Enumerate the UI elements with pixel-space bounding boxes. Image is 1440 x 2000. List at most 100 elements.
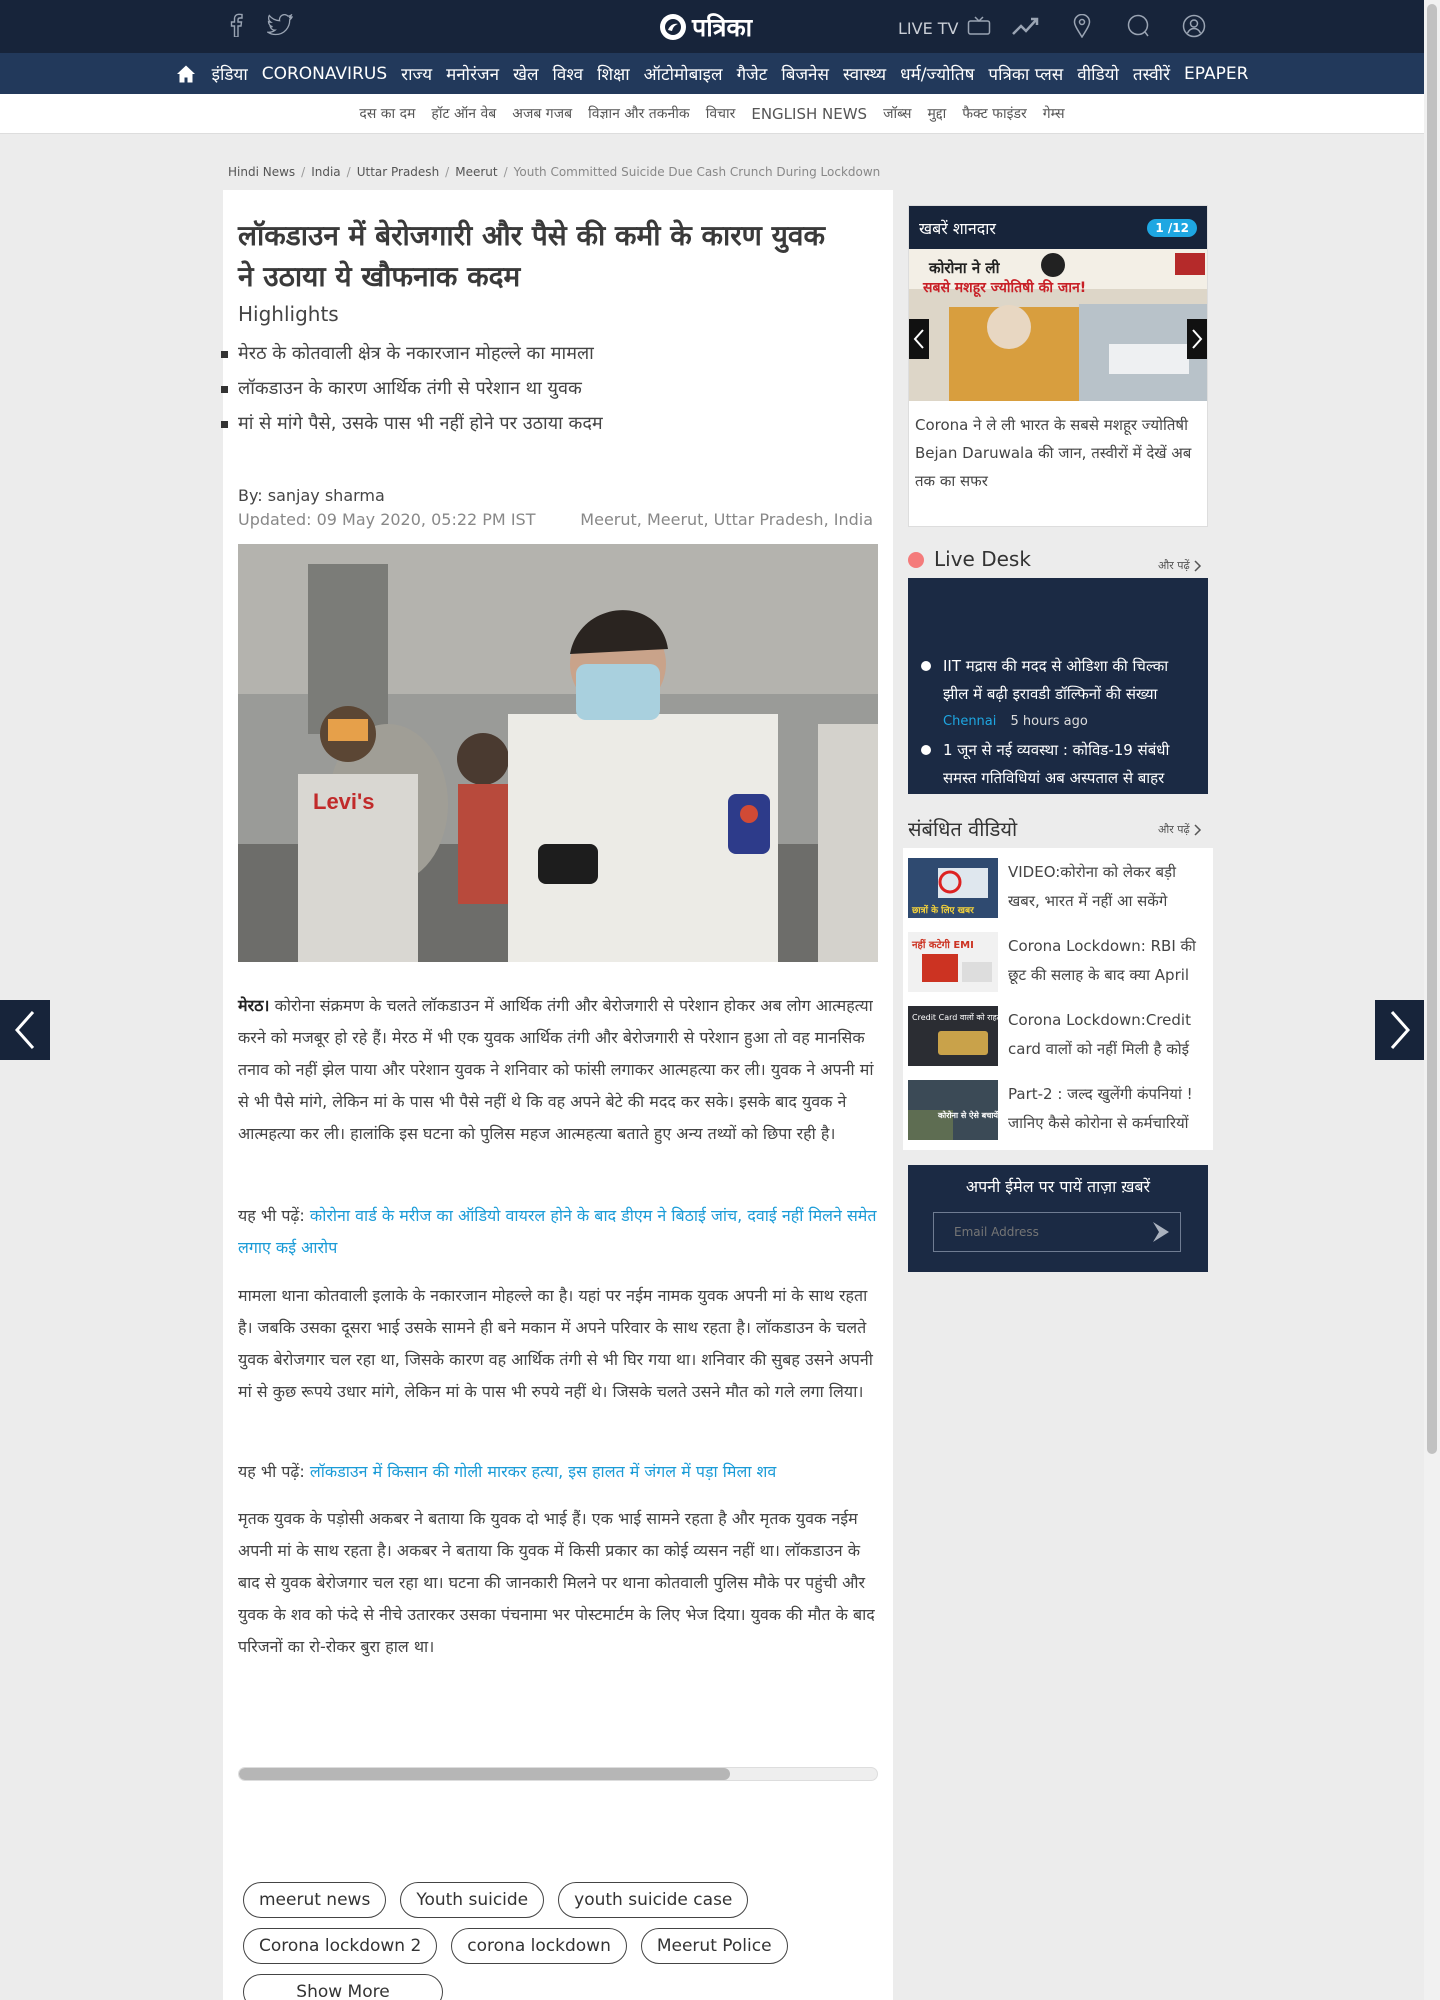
nav-item-patrika-plus[interactable]: पत्रिका प्लस [988,62,1063,85]
video-thumbnail[interactable]: कोरोना से ऐसे बचायेंगी कंपनियां [908,1080,998,1140]
location-pin-icon[interactable] [1068,12,1096,40]
nav-item-health[interactable]: स्वास्थ्य [843,62,886,85]
featured-slide-caption[interactable]: Corona ने ले ली भारत के सबसे मशहूर ज्योत… [909,401,1207,505]
tag-item[interactable]: corona lockdown [451,1928,627,1964]
nav-item-business[interactable]: बिजनेस [781,62,829,85]
subnav-item-hot-on-web[interactable]: हॉट ऑन वेब [431,104,496,123]
video-item[interactable]: कोरोना से ऐसे बचायेंगी कंपनियां Part-2 :… [908,1080,1208,1144]
subnav-item-issue[interactable]: मुद्दा [927,104,946,123]
nav-item-india[interactable]: इंडिया [212,62,248,85]
video-title[interactable]: VIDEO:कोरोना को लेकर बड़ी खबर, भारत में … [1008,858,1208,916]
live-desk-item-text: IIT मद्रास की मदद से ओडिशा की चिल्का झील… [943,657,1169,703]
nav-item-sports[interactable]: खेल [513,62,538,85]
article-paragraph: मृतक युवक के पड़ोसी अकबर ने बताया कि युव… [238,1509,875,1656]
email-field[interactable] [933,1212,1181,1252]
also-read-block: यह भी पढ़ें: लॉकडाउन में किसान की गोली म… [238,1456,878,1488]
previous-article-button[interactable] [0,1000,50,1060]
top-bar: पत्रिका LIVE TV [0,0,1424,53]
nav-item-coronavirus[interactable]: CORONAVIRUS [262,64,387,84]
video-title[interactable]: Corona Lockdown: RBI की छूट की सलाह के ब… [1008,932,1208,990]
more-link-label: और पढ़ें [1158,559,1190,572]
nav-item-automobile[interactable]: ऑटोमोबाइल [644,62,723,85]
tag-item[interactable]: youth suicide case [558,1882,749,1918]
video-thumbnail[interactable]: Credit Card वालों को राहत नहीं [908,1006,998,1066]
tag-item[interactable]: meerut news [243,1882,387,1918]
breadcrumb-item-hindi-news[interactable]: Hindi News [228,165,295,179]
tag-item[interactable]: Youth suicide [400,1882,545,1918]
video-item[interactable]: नहीं कटेगी EMI Corona Lockdown: RBI की छ… [908,932,1208,996]
nav-item-video[interactable]: वीडियो [1077,62,1119,85]
subnav-item-das-ka-dum[interactable]: दस का दम [359,104,415,123]
nav-item-religion-astrology[interactable]: धर्म/ज्योतिष [900,62,974,85]
home-icon[interactable] [176,63,198,85]
sub-nav: दस का दम हॉट ऑन वेब अजब गजब विज्ञान और त… [0,94,1424,134]
subnav-item-english-news[interactable]: ENGLISH NEWS [751,105,867,123]
nav-item-photos[interactable]: तस्वीरें [1133,62,1170,85]
chevron-left-icon [14,1011,35,1049]
breadcrumb-item-uttar-pradesh[interactable]: Uttar Pradesh [357,165,439,179]
related-videos-more-link[interactable]: और पढ़ें [1158,822,1202,837]
chevron-right-icon [1192,329,1203,349]
article-byline[interactable]: By: sanjay sharma [238,486,385,505]
slide-next-button[interactable] [1187,319,1207,359]
live-desk-item[interactable]: IIT मद्रास की मदद से ओडिशा की चिल्का झील… [921,652,1198,736]
video-title[interactable]: Corona Lockdown:Credit card वालों को नही… [1008,1006,1208,1064]
also-read-label: यह भी पढ़ें: [238,1462,305,1481]
featured-slider-title: खबरें शानदार [919,218,996,238]
video-thumbnail[interactable]: नहीं कटेगी EMI [908,932,998,992]
nav-item-world[interactable]: विश्व [553,62,584,85]
live-tv-label: LIVE TV [898,18,959,38]
video-item[interactable]: Credit Card वालों को राहत नहीं Corona Lo… [908,1006,1208,1070]
breadcrumb-item-india[interactable]: India [311,165,340,179]
also-read-link[interactable]: लॉकडाउन में किसान की गोली मारकर हत्या, इ… [310,1462,776,1481]
slide-prev-button[interactable] [909,319,929,359]
breadcrumb-separator: / [503,165,508,179]
article-paragraph: मामला थाना कोतवाली इलाके के नकारजान मोहल… [238,1286,873,1401]
nav-item-gadget[interactable]: गैजेट [737,62,768,85]
next-article-button[interactable] [1375,1000,1425,1060]
facebook-icon[interactable] [222,12,250,38]
email-submit-button[interactable] [1148,1219,1174,1245]
nav-item-entertainment[interactable]: मनोरंजन [446,62,499,85]
twitter-icon[interactable] [266,12,294,38]
related-videos-list: छात्रों के लिए खबर VIDEO:कोरोना को लेकर … [903,848,1213,1150]
breadcrumb-separator: / [346,165,351,179]
nav-item-epaper[interactable]: EPAPER [1184,64,1248,84]
subnav-item-fact-finder[interactable]: फैक्ट फाइंडर [962,104,1026,123]
subnav-item-science-tech[interactable]: विज्ञान और तकनीक [588,104,690,123]
live-desk-item[interactable]: 1 जून से नई व्यवस्था : कोविड-19 संबंधी स… [921,736,1198,792]
live-desk-item-city[interactable]: Chennai [943,714,996,729]
video-item[interactable]: छात्रों के लिए खबर VIDEO:कोरोना को लेकर … [908,858,1208,922]
svg-text:Levi's: Levi's [313,789,375,814]
subnav-item-ajab-gajab[interactable]: अजब गजब [512,104,572,123]
article-card: लॉकडाउन में बेरोजगारी और पैसे की कमी के … [221,190,893,2000]
nav-item-education[interactable]: शिक्षा [597,62,630,85]
related-videos-title: संबंधित वीडियो [908,817,1018,841]
subnav-item-games[interactable]: गेम्स [1043,104,1065,123]
featured-slide-image[interactable]: कोरोना ने ली सबसे मशहूर ज्योतिषी की जान! [909,249,1207,401]
trending-icon[interactable] [1012,12,1040,40]
subnav-item-opinion[interactable]: विचार [706,104,736,123]
arrow-right-icon [1153,1222,1169,1242]
page-scrollbar[interactable] [1424,0,1440,2000]
tag-item[interactable]: Corona lockdown 2 [243,1928,438,1964]
svg-text:छात्रों के लिए खबर: छात्रों के लिए खबर [911,904,974,916]
patrika-logo[interactable]: पत्रिका [660,10,752,44]
live-desk-more-link[interactable]: और पढ़ें [1158,558,1202,573]
also-read-link[interactable]: कोरोना वार्ड के मरीज का ऑडियो वायरल होने… [238,1206,876,1257]
subnav-item-jobs[interactable]: जॉब्स [883,104,911,123]
show-more-button[interactable]: Show More [243,1974,443,2000]
scrollbar-thumb[interactable] [1427,4,1437,1454]
breadcrumb-item-meerut[interactable]: Meerut [455,165,497,179]
nav-item-states[interactable]: राज्य [401,62,432,85]
patrika-logo-icon [660,14,686,40]
live-tv-link[interactable]: LIVE TV [898,16,991,40]
main-nav: इंडिया CORONAVIRUS राज्य मनोरंजन खेल विश… [0,53,1424,94]
video-thumbnail[interactable]: छात्रों के लिए खबर [908,858,998,918]
breadcrumb: Hindi News / India / Uttar Pradesh / Mee… [228,165,880,179]
video-title[interactable]: Part-2 : जल्द खुलेंगी कंपनियां ! जानिए क… [1008,1080,1208,1138]
user-icon[interactable] [1180,12,1208,40]
tag-item[interactable]: Meerut Police [640,1928,788,1964]
search-icon[interactable] [1124,12,1152,40]
breadcrumb-separator: / [301,165,306,179]
